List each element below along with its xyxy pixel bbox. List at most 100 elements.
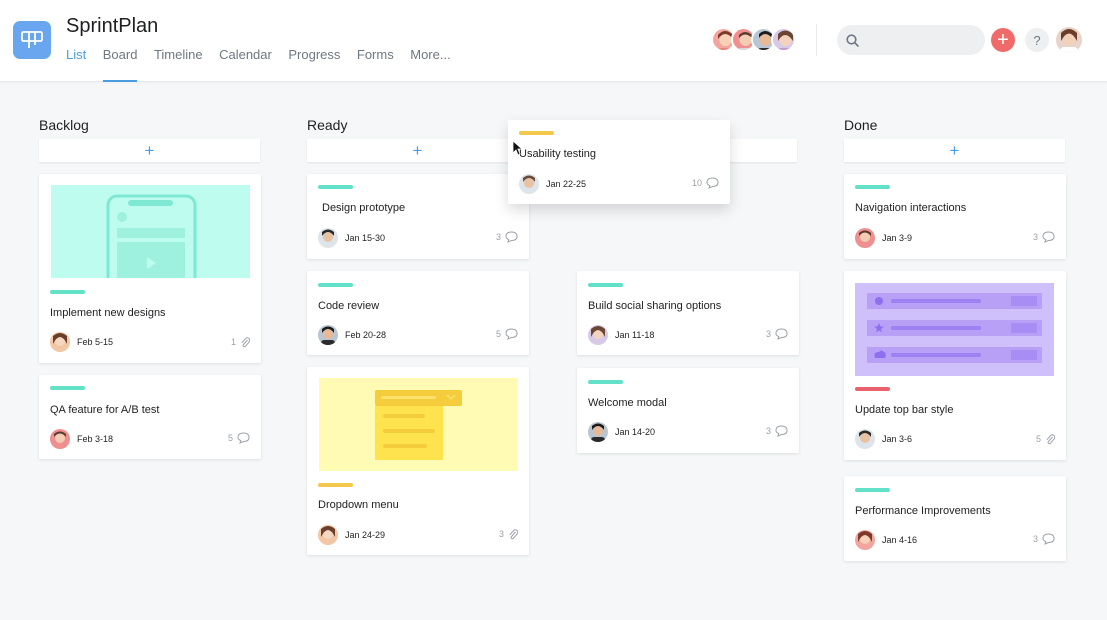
due-date: Feb 5-15 xyxy=(77,337,114,347)
assignee-avatar[interactable] xyxy=(855,228,875,248)
tab-progress[interactable]: Progress xyxy=(288,47,340,82)
comment-count: 3 xyxy=(1032,534,1038,544)
tag xyxy=(50,290,85,294)
top-bar: SprintPlan List Board Timeline Calendar … xyxy=(0,0,1107,82)
view-tabs: List Board Timeline Calendar Progress Fo… xyxy=(66,47,467,82)
tab-list[interactable]: List xyxy=(66,47,86,82)
paperclip-icon xyxy=(241,337,250,348)
card-cover-image xyxy=(319,378,518,471)
due-date: Jan 11-18 xyxy=(615,330,655,340)
search-icon xyxy=(846,33,859,47)
comment-icon xyxy=(1042,533,1055,545)
task-card[interactable]: Performance Improvements Jan 4-16 3 xyxy=(844,476,1066,561)
tab-board[interactable]: Board xyxy=(102,47,137,82)
add-task-button[interactable]: + xyxy=(844,139,1065,162)
task-card[interactable]: Navigation interactions Jan 3-9 3 xyxy=(844,174,1066,259)
task-title: QA feature for A/B test xyxy=(50,404,160,416)
due-date: Jan 22-25 xyxy=(546,179,587,189)
due-date: Jan 24-29 xyxy=(345,530,386,540)
comment-count: 3 xyxy=(495,232,501,242)
board-icon[interactable] xyxy=(13,21,51,59)
task-title: Build social sharing options xyxy=(588,300,722,312)
cursor-icon xyxy=(512,140,522,156)
member-avatars[interactable] xyxy=(711,27,796,52)
search-input[interactable] xyxy=(865,33,975,47)
assignee-avatar[interactable] xyxy=(318,325,338,345)
tag xyxy=(50,386,85,390)
comment-icon xyxy=(1042,231,1055,243)
comment-icon xyxy=(237,432,250,444)
add-task-button[interactable]: + xyxy=(39,139,260,162)
task-card[interactable]: QA feature for A/B test Feb 3-18 5 xyxy=(39,375,261,459)
assignee-avatar[interactable] xyxy=(318,228,338,248)
assignee-avatar[interactable] xyxy=(855,429,875,449)
comment-icon xyxy=(505,328,518,340)
tab-forms[interactable]: Forms xyxy=(357,47,394,82)
column-title-done: Done xyxy=(844,117,878,133)
column-title-ready: Ready xyxy=(307,117,348,133)
comment-count: 10 xyxy=(691,178,702,188)
tab-more[interactable]: More... xyxy=(410,47,450,82)
due-date: Jan 4-16 xyxy=(882,535,918,545)
search-box[interactable] xyxy=(837,25,985,55)
assignee-avatar[interactable] xyxy=(855,530,875,550)
help-button[interactable]: ? xyxy=(1025,28,1049,52)
task-title: Navigation interactions xyxy=(855,202,967,214)
task-card[interactable]: Dropdown menu Jan 24-29 3 xyxy=(307,367,529,555)
paperclip-icon xyxy=(509,529,518,540)
add-button[interactable]: + xyxy=(991,28,1015,52)
task-title: Implement new designs xyxy=(50,307,166,319)
assignee-avatar[interactable] xyxy=(318,525,338,545)
tag xyxy=(318,185,353,189)
avatar[interactable] xyxy=(771,27,796,52)
task-card[interactable]: Design prototype Jan 15-30 3 xyxy=(307,174,529,259)
header-divider xyxy=(816,24,817,56)
due-date: Jan 15-30 xyxy=(345,233,386,243)
assignee-avatar[interactable] xyxy=(588,325,608,345)
comment-icon xyxy=(706,177,719,189)
user-avatar[interactable] xyxy=(1056,27,1082,53)
due-date: Jan 14-20 xyxy=(615,427,656,437)
project-title: SprintPlan xyxy=(66,15,159,37)
comment-count: 5 xyxy=(227,433,233,443)
comment-count: 3 xyxy=(1032,232,1038,242)
task-card[interactable]: Implement new designs Feb 5-15 1 xyxy=(39,174,261,363)
paperclip-icon xyxy=(1046,434,1055,445)
dragged-task-card[interactable]: Usability testing Jan 22-25 10 xyxy=(508,120,730,204)
task-card[interactable]: Welcome modal Jan 14-20 3 xyxy=(577,368,799,453)
tag xyxy=(855,387,890,391)
task-title: Performance Improvements xyxy=(855,505,991,517)
attachment-count: 5 xyxy=(1035,434,1041,444)
due-date: Feb 20-28 xyxy=(345,330,387,340)
tag xyxy=(855,185,890,189)
task-title: Code review xyxy=(318,300,380,312)
task-card[interactable]: Update top bar style Jan 3-6 5 xyxy=(844,271,1066,460)
comment-count: 3 xyxy=(765,329,771,339)
tab-timeline[interactable]: Timeline xyxy=(154,47,203,82)
tag xyxy=(318,283,353,287)
due-date: Feb 3-18 xyxy=(77,434,114,444)
assignee-avatar[interactable] xyxy=(50,429,70,449)
card-cover-image xyxy=(855,283,1054,376)
comment-icon xyxy=(775,425,788,437)
task-card[interactable]: Build social sharing options Jan 11-18 3 xyxy=(577,271,799,355)
comment-count: 3 xyxy=(765,426,771,436)
tab-calendar[interactable]: Calendar xyxy=(219,47,272,82)
assignee-avatar[interactable] xyxy=(588,422,608,442)
assignee-avatar[interactable] xyxy=(50,332,70,352)
tag xyxy=(318,483,353,487)
attachment-count: 3 xyxy=(498,529,504,539)
tag xyxy=(588,380,623,384)
add-task-button[interactable]: + xyxy=(307,139,528,162)
task-card[interactable]: Code review Feb 20-28 5 xyxy=(307,271,529,355)
task-title: Welcome modal xyxy=(588,397,667,409)
attachment-count: 1 xyxy=(230,337,236,347)
tag xyxy=(855,488,890,492)
task-title: Dropdown menu xyxy=(318,499,399,511)
comment-count: 5 xyxy=(495,329,501,339)
task-title: Update top bar style xyxy=(855,404,954,416)
assignee-avatar[interactable] xyxy=(519,174,539,194)
tag xyxy=(519,131,554,135)
task-title: Usability testing xyxy=(519,148,597,160)
card-cover-image xyxy=(51,185,250,278)
